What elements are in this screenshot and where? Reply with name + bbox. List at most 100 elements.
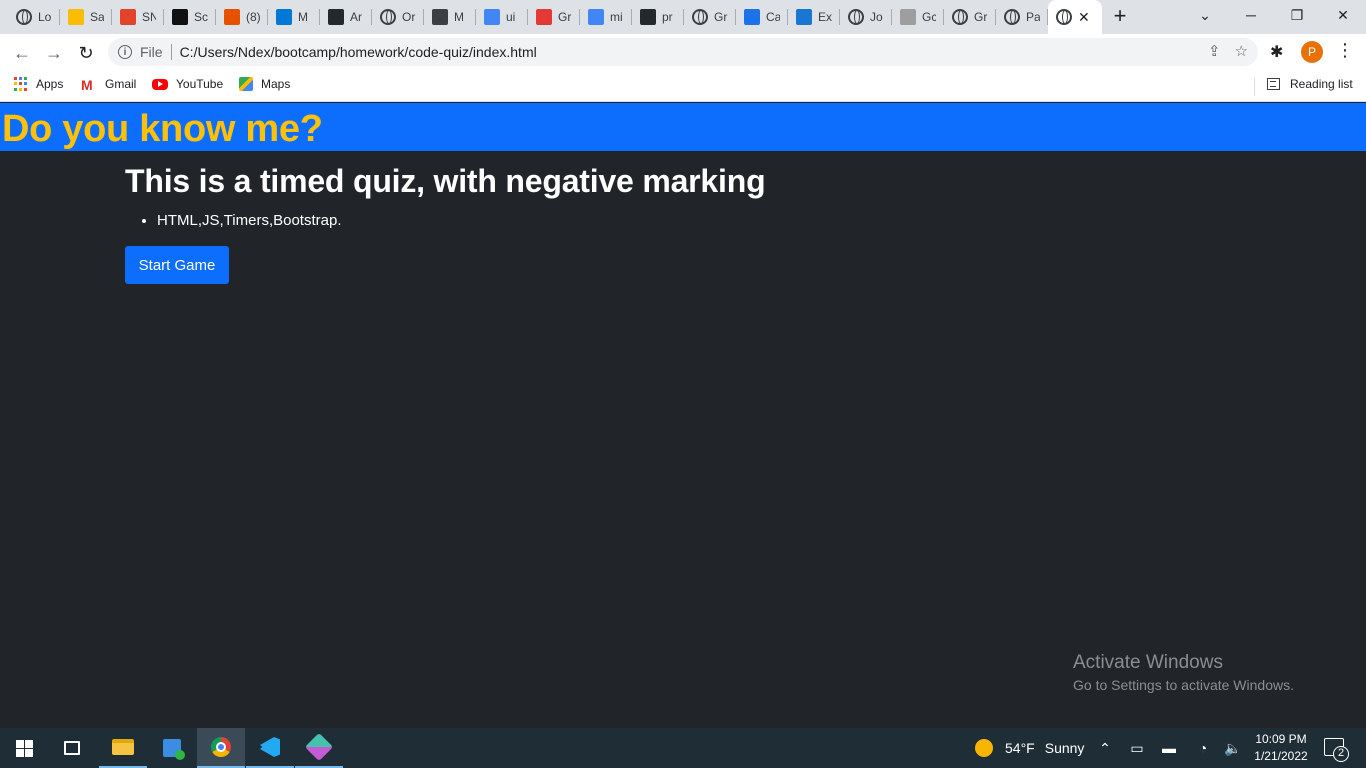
tab-title: M [298, 10, 308, 24]
bookmark-apps[interactable]: Apps [14, 77, 63, 91]
list-item: HTML,JS,Timers,Bootstrap. [157, 209, 765, 233]
tab-title: Pa [1026, 10, 1040, 24]
tab-title: Gc [922, 10, 936, 24]
close-window-button[interactable]: ✕ [1320, 0, 1366, 30]
file-explorer-button[interactable] [99, 728, 147, 768]
globe-icon [380, 9, 396, 25]
apps-grid-icon [14, 77, 28, 91]
new-tab-button[interactable]: + [1108, 4, 1132, 30]
tab-title: Sa [90, 10, 104, 24]
world-icon [692, 9, 708, 25]
browser-tab[interactable]: Or [372, 0, 424, 34]
extensions-puzzle-icon[interactable]: ✱ [1270, 42, 1283, 62]
world-icon [952, 9, 968, 25]
store-icon [163, 739, 185, 760]
cc-icon [744, 9, 760, 25]
browser-tab[interactable]: M [268, 0, 320, 34]
reading-list-label: Reading list [1290, 77, 1353, 91]
tab-title: Jo [870, 10, 883, 24]
browser-tab[interactable]: Gr [684, 0, 736, 34]
bookmark-star-icon[interactable]: ☆ [1235, 42, 1248, 60]
minimize-button[interactable]: ─ [1228, 0, 1274, 30]
system-clock[interactable]: 10:09 PM 1/21/2022 [1252, 731, 1310, 765]
gitkraken-icon [304, 732, 334, 762]
tab-search-icon[interactable]: ⌄ [1182, 0, 1228, 30]
browser-tab[interactable]: Lo [8, 0, 60, 34]
start-button[interactable] [0, 728, 48, 768]
chrome-taskbar-button[interactable] [197, 728, 245, 768]
battery-icon[interactable]: ▬ [1160, 740, 1178, 756]
bookmark-label: Gmail [105, 77, 137, 91]
close-tab-icon[interactable]: ✕ [1078, 9, 1090, 26]
browser-tab[interactable]: Ca [736, 0, 788, 34]
task-view-button[interactable] [48, 728, 96, 768]
s-letter-icon [536, 9, 552, 25]
browser-tab[interactable]: Gr [528, 0, 580, 34]
wifi-icon[interactable]: ◔ [1194, 740, 1212, 756]
windows-taskbar: 54°F Sunny ⌃ ▭ ▬ ◔ 🔈 10:09 PM 1/21/2022 … [0, 728, 1366, 768]
tab-title: Gr [974, 10, 988, 24]
chevron-up-icon[interactable]: ⌃ [1096, 740, 1114, 757]
weather-widget[interactable]: 54°F Sunny [975, 728, 1084, 768]
browser-tab[interactable]: ui [476, 0, 528, 34]
volume-icon[interactable]: 🔈 [1224, 740, 1242, 757]
browser-tab[interactable]: Gc [892, 0, 944, 34]
bookmark-label: Apps [36, 77, 64, 91]
reload-button[interactable]: ↻ [72, 39, 100, 67]
browser-tab[interactable]: pr [632, 0, 684, 34]
browser-tab[interactable]: Sc [164, 0, 216, 34]
github-icon [328, 9, 344, 25]
start-game-button[interactable]: Start Game [125, 246, 229, 284]
bookmark-gmail[interactable]: M Gmail [81, 77, 137, 93]
reading-list-icon [1267, 78, 1280, 90]
meet-now-icon[interactable]: ▭ [1128, 740, 1146, 757]
puzzle-icon [796, 9, 812, 25]
forward-button[interactable]: → [40, 39, 68, 67]
hackerrank-icon [172, 9, 188, 25]
browser-tab[interactable]: Gr [944, 0, 996, 34]
tab-title: Ca [766, 10, 780, 24]
browser-tab[interactable]: Jo [840, 0, 892, 34]
github-icon [640, 9, 656, 25]
tab-active[interactable]: ✕ [1048, 0, 1102, 34]
topics-list: HTML,JS,Timers,Bootstrap. [125, 209, 765, 233]
tab-title: Ex [818, 10, 832, 24]
document-icon [432, 9, 448, 25]
url-text[interactable]: C:/Users/Ndex/bootcamp/homework/code-qui… [180, 44, 537, 60]
weather-temp: 54°F [1005, 740, 1035, 756]
google-icon [588, 9, 604, 25]
browser-tab[interactable]: Ar [320, 0, 372, 34]
browser-tab[interactable]: Ex [788, 0, 840, 34]
back-button[interactable]: ← [8, 39, 36, 67]
reading-list-button[interactable]: Reading list [1267, 77, 1353, 91]
bookmark-maps[interactable]: Maps [239, 77, 290, 91]
browser-tab[interactable]: Pa [996, 0, 1048, 34]
gitkraken-taskbar-button[interactable] [295, 728, 343, 768]
browser-tab[interactable]: SN [112, 0, 164, 34]
browser-tab[interactable]: mi [580, 0, 632, 34]
windows-logo-icon [15, 739, 33, 757]
page-title: Do you know me? [2, 108, 323, 150]
browser-tab[interactable]: (8) [216, 0, 268, 34]
tab-title: M [454, 10, 464, 24]
site-info-icon[interactable]: i [118, 45, 132, 59]
browser-toolbar: ← → ↻ i File C:/Users/Ndex/bootcamp/home… [0, 34, 1366, 71]
tab-title: Lo [38, 10, 52, 24]
share-icon[interactable]: ⇪ [1208, 42, 1221, 60]
restore-button[interactable]: ❐ [1274, 0, 1320, 30]
tab-title: Gr [714, 10, 728, 24]
bookmark-youtube[interactable]: YouTube [152, 77, 223, 91]
gmail-icon: M [81, 77, 93, 93]
browser-tab[interactable]: Sa [60, 0, 112, 34]
address-bar[interactable]: i File C:/Users/Ndex/bootcamp/homework/c… [108, 38, 1258, 66]
maps-icon [239, 77, 253, 91]
bookmark-label: Maps [261, 77, 291, 91]
notification-count-badge: 2 [1333, 746, 1349, 762]
vscode-taskbar-button[interactable] [246, 728, 294, 768]
clock-date: 1/21/2022 [1254, 749, 1308, 763]
store-app-button[interactable] [148, 728, 196, 768]
browser-menu-icon[interactable]: ⋮ [1336, 40, 1354, 61]
browser-tab[interactable]: M [424, 0, 476, 34]
tab-title: pr [662, 10, 673, 24]
profile-avatar[interactable]: P [1301, 41, 1323, 63]
